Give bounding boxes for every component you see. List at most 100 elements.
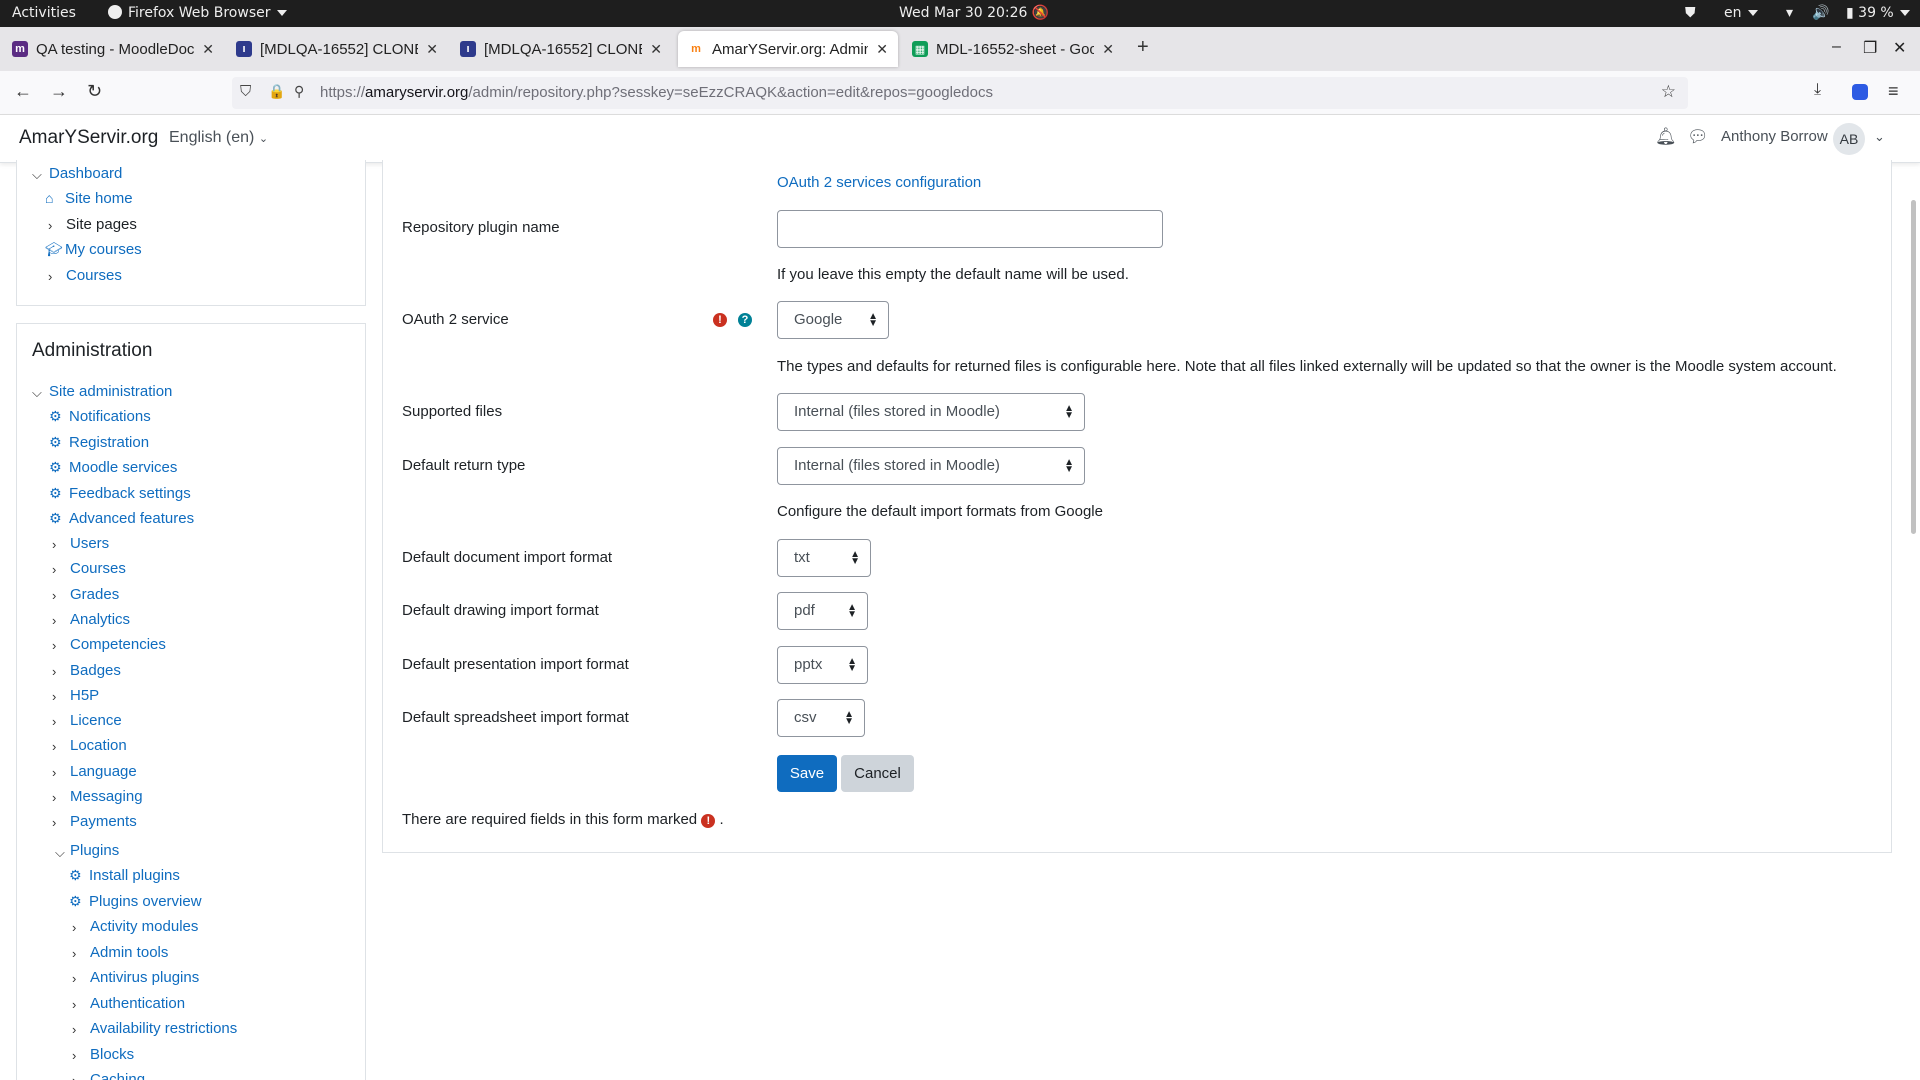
nav-admin-category[interactable]: Activity modules: [90, 918, 198, 935]
chevron-right-icon[interactable]: ›: [72, 1073, 76, 1080]
close-tab-icon[interactable]: ✕: [650, 41, 662, 58]
clock[interactable]: Wed Mar 30 20:26 🔕: [899, 5, 1049, 21]
nav-admin-category[interactable]: H5P: [70, 687, 99, 704]
language-menu[interactable]: English (en) ⌄: [169, 129, 268, 147]
plugin-name-input[interactable]: [777, 210, 1163, 248]
user-name[interactable]: Anthony Borrow: [1721, 128, 1828, 145]
nav-courses[interactable]: Courses: [66, 267, 122, 284]
user-menu-chevron-icon[interactable]: ⌄: [1874, 129, 1885, 145]
nav-admin-item[interactable]: ⚙ Registration: [49, 434, 149, 451]
chevron-right-icon[interactable]: ›: [52, 664, 56, 679]
nav-site-home[interactable]: ⌂ Site home: [45, 190, 133, 207]
tab-qa-testing[interactable]: m QA testing - MoodleDocs ✕: [2, 31, 224, 67]
nav-dashboard[interactable]: Dashboard: [49, 165, 122, 182]
nav-site-pages[interactable]: Site pages: [66, 216, 137, 233]
chevron-right-icon[interactable]: ›: [52, 638, 56, 653]
chevron-right-icon[interactable]: ›: [48, 218, 52, 233]
oauth-service-select[interactable]: Google ▲ ▼: [777, 301, 889, 339]
chevron-right-icon[interactable]: ›: [52, 739, 56, 754]
avatar[interactable]: AB: [1833, 123, 1865, 155]
page-scrollbar[interactable]: [1911, 200, 1916, 534]
nav-admin-category[interactable]: Caching: [90, 1071, 145, 1080]
nav-admin-category[interactable]: Courses: [70, 560, 126, 577]
wifi-icon[interactable]: ▾: [1786, 5, 1793, 21]
nav-site-administration[interactable]: Site administration: [49, 383, 172, 400]
chevron-right-icon[interactable]: ›: [52, 537, 56, 552]
chevron-right-icon[interactable]: ›: [52, 714, 56, 729]
document-format-select[interactable]: txt ▲ ▼: [777, 539, 871, 577]
url-text[interactable]: https://amaryservir.org/admin/repository…: [320, 84, 993, 101]
nav-admin-category[interactable]: Messaging: [70, 788, 143, 805]
close-tab-icon[interactable]: ✕: [426, 41, 438, 58]
chevron-right-icon[interactable]: ›: [72, 1048, 76, 1063]
drawing-format-select[interactable]: pdf ▲ ▼: [777, 592, 868, 630]
oauth-config-link[interactable]: OAuth 2 services configuration: [777, 174, 981, 191]
supported-files-select[interactable]: Internal (files stored in Moodle) ▲ ▼: [777, 393, 1085, 431]
chevron-down-icon[interactable]: ⌵: [32, 167, 42, 183]
url-bar[interactable]: ⛉ 🔒 ⚲ https://amaryservir.org/admin/repo…: [232, 77, 1688, 109]
nav-admin-item[interactable]: ⚙ Notifications: [49, 408, 151, 425]
nav-admin-category[interactable]: Antivirus plugins: [90, 969, 199, 986]
shield-icon[interactable]: ⛊: [1685, 5, 1696, 21]
nav-admin-item[interactable]: ⚙ Plugins overview: [69, 893, 202, 910]
save-button[interactable]: Save: [777, 755, 837, 792]
chevron-right-icon[interactable]: ›: [72, 997, 76, 1012]
tab-mdlqa-2[interactable]: ı [MDLQA-16552] CLONE - ✕: [450, 31, 672, 67]
close-tab-icon[interactable]: ✕: [1102, 41, 1114, 58]
nav-admin-category[interactable]: Licence: [70, 712, 122, 729]
app-menu[interactable]: Firefox Web Browser: [108, 5, 287, 21]
chevron-right-icon[interactable]: ›: [52, 588, 56, 603]
nav-admin-category[interactable]: Users: [70, 535, 109, 552]
forward-icon[interactable]: →: [50, 81, 68, 102]
nav-admin-item[interactable]: ⚙ Install plugins: [69, 867, 180, 884]
tab-amaryservir-admin[interactable]: m AmarYServir.org: Administr ✕: [678, 31, 898, 67]
lock-icon[interactable]: 🔒: [268, 83, 285, 100]
bookmark-star-icon[interactable]: ☆: [1661, 82, 1676, 102]
chevron-right-icon[interactable]: ›: [72, 920, 76, 935]
chevron-right-icon[interactable]: ›: [48, 269, 52, 284]
messages-icon[interactable]: 💬︎: [1687, 127, 1709, 147]
keyboard-layout[interactable]: en: [1724, 5, 1758, 21]
chevron-right-icon[interactable]: ›: [52, 613, 56, 628]
restore-icon[interactable]: ❐: [1863, 38, 1877, 58]
volume-icon[interactable]: 🔊: [1812, 5, 1829, 21]
chevron-right-icon[interactable]: ›: [52, 562, 56, 577]
spreadsheet-format-select[interactable]: csv ▲ ▼: [777, 699, 865, 737]
nav-admin-category[interactable]: Language: [70, 763, 137, 780]
close-tab-icon[interactable]: ✕: [202, 41, 214, 58]
nav-admin-category[interactable]: Payments: [70, 813, 137, 830]
back-icon[interactable]: ←: [14, 81, 32, 102]
reload-icon[interactable]: ↻: [87, 81, 102, 102]
chevron-right-icon[interactable]: ›: [72, 946, 76, 961]
minimize-icon[interactable]: –: [1832, 38, 1841, 56]
tab-google-sheet[interactable]: ▦ MDL-16552-sheet - Googl ✕: [902, 31, 1124, 67]
chevron-right-icon[interactable]: ›: [72, 971, 76, 986]
chevron-right-icon[interactable]: ›: [72, 1022, 76, 1037]
new-tab-icon[interactable]: +: [1137, 36, 1149, 59]
help-icon[interactable]: ?: [738, 313, 752, 327]
downloads-icon[interactable]: ⤓: [1814, 81, 1821, 99]
presentation-format-select[interactable]: pptx ▲ ▼: [777, 646, 868, 684]
nav-admin-category[interactable]: Blocks: [90, 1046, 134, 1063]
nav-admin-category[interactable]: Availability restrictions: [90, 1020, 237, 1037]
activities-button[interactable]: Activities: [12, 5, 76, 21]
nav-plugins[interactable]: Plugins: [70, 842, 119, 859]
chevron-right-icon[interactable]: ›: [52, 765, 56, 780]
site-name[interactable]: AmarYServir.org: [19, 127, 158, 149]
permissions-icon[interactable]: ⚲: [294, 83, 304, 100]
nav-admin-item[interactable]: ⚙ Feedback settings: [49, 485, 191, 502]
nav-admin-category[interactable]: Badges: [70, 662, 121, 679]
tracking-shield-icon[interactable]: ⛉: [240, 83, 251, 100]
nav-admin-item[interactable]: ⚙ Moodle services: [49, 459, 177, 476]
close-tab-icon[interactable]: ✕: [876, 41, 888, 58]
default-return-type-select[interactable]: Internal (files stored in Moodle) ▲ ▼: [777, 447, 1085, 485]
nav-admin-item[interactable]: ⚙ Advanced features: [49, 510, 194, 527]
extension-icon[interactable]: [1852, 84, 1868, 100]
notifications-bell-icon[interactable]: 🔔︎: [1655, 127, 1677, 147]
chevron-down-icon[interactable]: ⌵: [32, 385, 42, 401]
nav-admin-category[interactable]: Location: [70, 737, 127, 754]
close-window-icon[interactable]: ✕: [1893, 38, 1906, 58]
battery-indicator[interactable]: ▮ 39 %: [1846, 5, 1910, 21]
chevron-right-icon[interactable]: ›: [52, 689, 56, 704]
cancel-button[interactable]: Cancel: [841, 755, 914, 792]
